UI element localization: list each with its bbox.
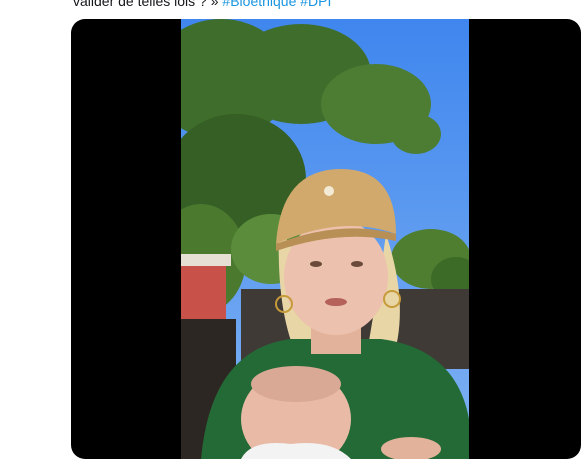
- video-thumbnail: [181, 19, 469, 459]
- video-player[interactable]: [71, 19, 581, 459]
- tweet-text-prefix: valider de telles lois ? »: [73, 0, 219, 9]
- hashtag-bioethique[interactable]: #Bioethique: [222, 0, 296, 9]
- hashtag-dpi[interactable]: #DPI: [300, 0, 331, 9]
- tweet-text: valider de telles lois ? » #Bioethique #…: [73, 0, 331, 10]
- video-frame[interactable]: [181, 19, 469, 459]
